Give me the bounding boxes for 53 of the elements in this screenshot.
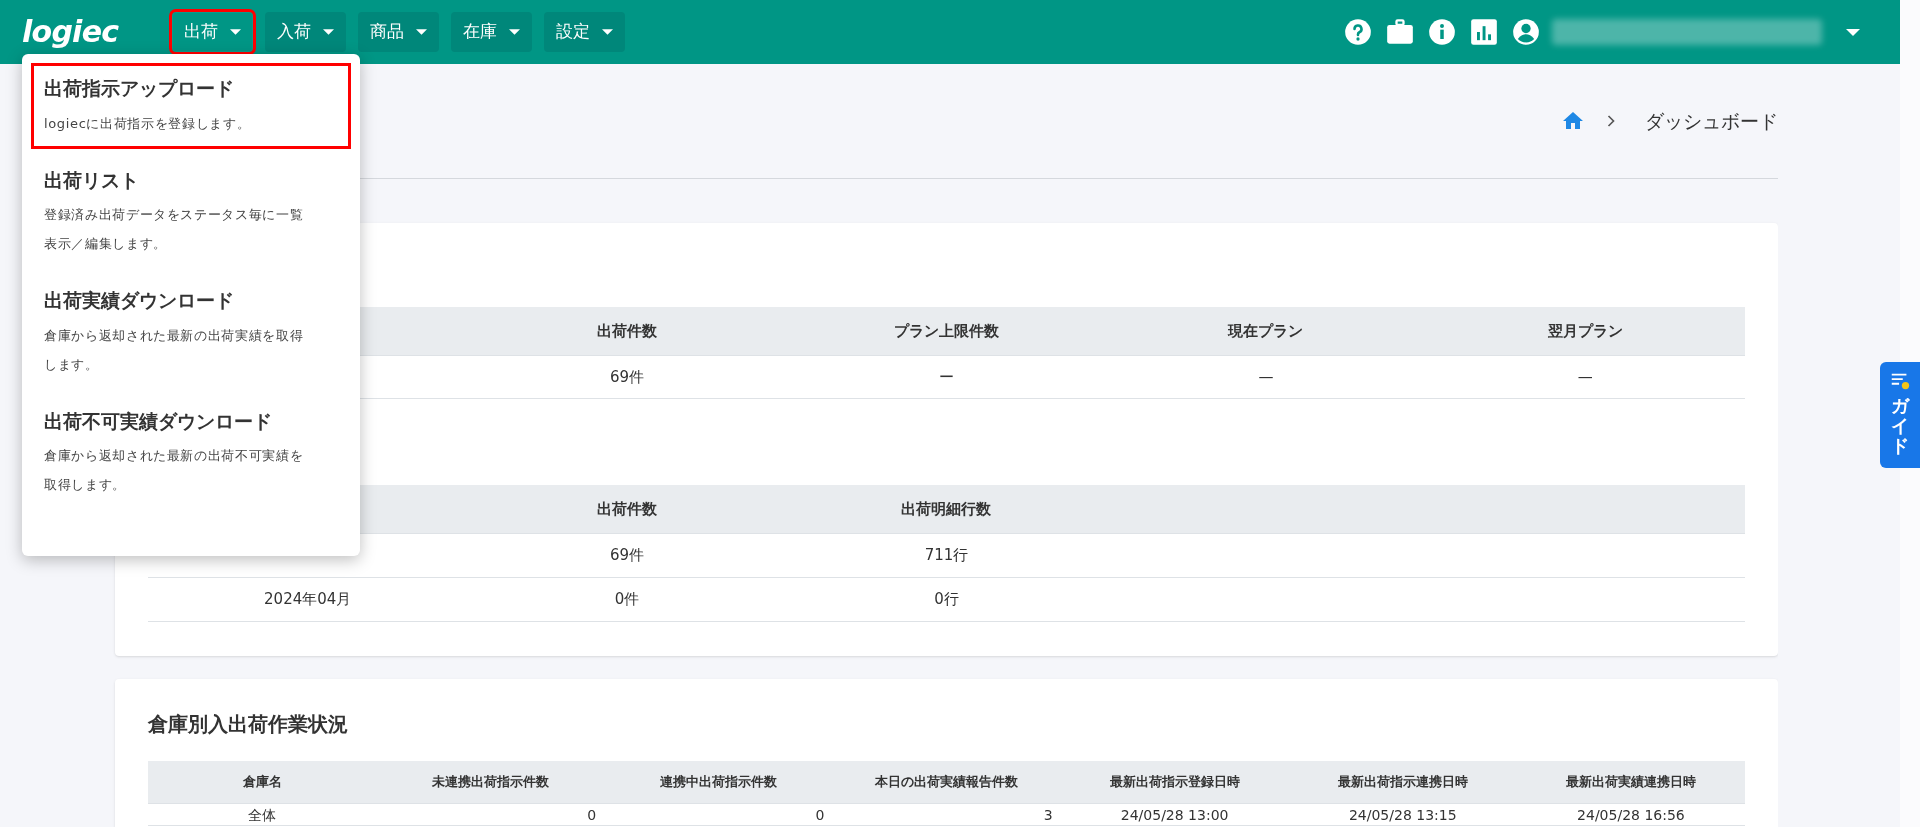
nav-menu-button[interactable]: 在庫 [451,12,532,52]
table-cell-text: 69件 [610,545,645,567]
table-cell-text: — [1258,366,1274,388]
breadcrumb-item: ダッシュボード [1645,108,1778,134]
column-header: 最新出荷指示連携日時 [1337,773,1468,792]
column-header: 最新出荷指示登録日時 [1109,773,1240,792]
column-header: 最新出荷実績連携日時 [1565,773,1696,792]
nav-menu-button[interactable]: 入荷 [265,12,346,52]
guide-tab[interactable]: ガイド [1880,362,1920,468]
menu-item[interactable]: 出荷不可実績ダウンロード 倉庫から返却された最新の出荷不可実績を取得します。 [34,398,348,507]
bar-chart-icon[interactable] [1470,18,1498,46]
column-header: 翌月プラン [1547,320,1623,342]
menu-item[interactable]: 出荷実績ダウンロード 倉庫から返却された最新の出荷実績を取得します。 [34,278,348,387]
briefcase-icon[interactable] [1386,18,1414,46]
table-cell: 24/05/28 16:56 [1577,807,1685,822]
table-cell: 24/05/28 13:00 [1120,807,1229,822]
column-header: 未連携出荷指示件数 [431,773,549,792]
nav-menu-button[interactable]: 商品 [358,12,439,52]
menu-item[interactable]: 出荷リスト 登録済み出荷データをステータス毎に一覧表示／編集します。 [34,157,348,266]
caret-icon [602,29,613,35]
table-cell-text: 3 [1043,807,1054,822]
caret-icon [509,29,520,35]
account-icon[interactable] [1512,18,1540,46]
caret-icon[interactable] [1846,28,1860,36]
caret-icon [230,29,241,35]
column-header: 出荷件数 [597,498,658,520]
column-header: 倉庫名 [242,773,282,792]
table-cell: 24/05/28 13:15 [1348,807,1457,822]
table-cell-text: 0行 [934,589,959,611]
table-cell-text: ー [939,366,954,388]
table-cell-text: 69件 [610,366,645,388]
info-icon[interactable] [1428,18,1456,46]
caret-icon [416,29,427,35]
column-header: プラン上限件数 [894,320,999,342]
column-header: 出荷明細行数 [901,498,992,520]
column-header: 出荷件数 [597,320,658,342]
nav-menu-button[interactable]: 出荷 [172,12,253,52]
table-cell: 全体 [248,807,277,822]
nav-menu-button[interactable]: 設定 [544,12,625,52]
logo[interactable]: logiec [22,17,142,47]
column-header: 現在プラン [1228,320,1304,342]
table-cell-text: 0 [815,807,826,822]
table-cell-text: 0件 [614,589,640,611]
column-header: 本日の出荷実績報告件数 [875,773,1018,792]
table-cell-text: 711行 [924,545,969,567]
table-cell-text: 0 [587,807,598,822]
help-icon[interactable] [1344,18,1372,46]
table-cell-text: 2024年04月 [264,589,352,611]
table-cell-text: — [1577,366,1593,388]
column-header: 連携中出荷指示件数 [659,773,777,792]
menu-item[interactable]: 出荷指示アップロード logiecに出荷指示を登録します。 [34,66,348,146]
caret-icon [323,29,334,35]
section-title: 倉庫別入出荷作業状況 [148,711,349,738]
